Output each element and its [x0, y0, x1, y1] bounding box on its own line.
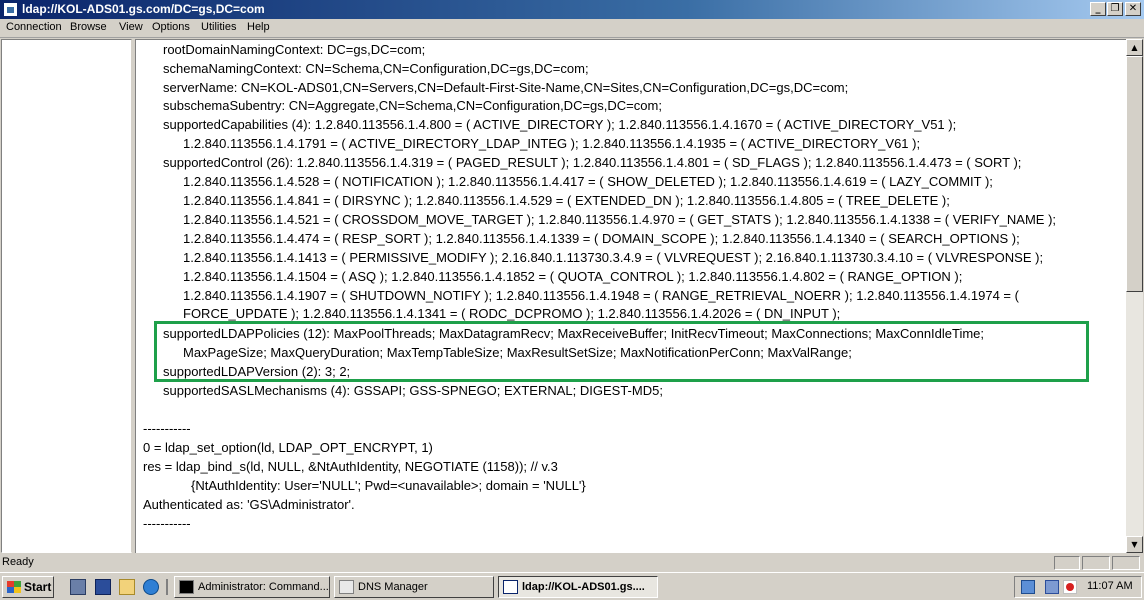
- close-button[interactable]: ✕: [1125, 2, 1141, 16]
- window-title: ldap://KOL-ADS01.gs.com/DC=gs,DC=com: [22, 2, 265, 16]
- system-tray: 11:07 AM: [1014, 576, 1142, 598]
- network-icon[interactable]: [1021, 580, 1035, 594]
- output-line: res = ldap_bind_s(ld, NULL, &NtAuthIdent…: [143, 459, 558, 474]
- volume-icon[interactable]: [1063, 580, 1077, 594]
- output-line: schemaNamingContext: CN=Schema,CN=Config…: [163, 61, 589, 76]
- status-text: Ready: [2, 556, 34, 568]
- output-line: 1.2.840.113556.1.4.521 = ( CROSSDOM_MOVE…: [183, 212, 1057, 227]
- powershell-icon[interactable]: [95, 579, 111, 595]
- output-line: 1.2.840.113556.1.4.1413 = ( PERMISSIVE_M…: [183, 250, 1044, 265]
- task-label: ldap://KOL-ADS01.gs....: [522, 581, 645, 593]
- highlight-box: [154, 321, 1089, 382]
- taskbar: Start Administrator: Command... DNS Mana…: [0, 572, 1144, 600]
- windows-logo-icon: [7, 581, 21, 593]
- server-manager-icon[interactable]: [70, 579, 86, 595]
- output-line: 1.2.840.113556.1.4.474 = ( RESP_SORT ); …: [183, 231, 1020, 246]
- menu-utilities[interactable]: Utilities: [201, 21, 236, 33]
- output-line: serverName: CN=KOL-ADS01,CN=Servers,CN=D…: [163, 80, 849, 95]
- menu-view[interactable]: View: [119, 21, 143, 33]
- cmd-icon: [179, 580, 194, 594]
- output-line: subschemaSubentry: CN=Aggregate,CN=Schem…: [163, 98, 662, 113]
- dns-icon: [339, 580, 354, 594]
- output-line: Authenticated as: 'GS\Administrator'.: [143, 497, 355, 512]
- status-cell: [1054, 556, 1080, 570]
- server-icon[interactable]: [1045, 580, 1059, 594]
- task-label: DNS Manager: [358, 581, 428, 593]
- menu-bar: Connection Browse View Options Utilities…: [0, 19, 1144, 38]
- title-bar[interactable]: ldap://KOL-ADS01.gs.com/DC=gs,DC=com _ ❐…: [0, 0, 1144, 19]
- status-cell: [1112, 556, 1140, 570]
- minimize-button[interactable]: _: [1090, 2, 1106, 16]
- menu-browse[interactable]: Browse: [70, 21, 107, 33]
- task-button-cmd[interactable]: Administrator: Command...: [174, 576, 330, 598]
- output-line: 0 = ldap_set_option(ld, LDAP_OPT_ENCRYPT…: [143, 440, 433, 455]
- volume-muted-icon: [1066, 583, 1074, 591]
- output-line: supportedSASLMechanisms (4): GSSAPI; GSS…: [163, 383, 663, 398]
- start-label: Start: [24, 580, 52, 594]
- task-label: Administrator: Command...: [198, 581, 329, 593]
- menu-help[interactable]: Help: [247, 21, 270, 33]
- output-line: -----------: [143, 421, 191, 436]
- explorer-icon[interactable]: [119, 579, 135, 595]
- output-line: 1.2.840.113556.1.4.528 = ( NOTIFICATION …: [183, 174, 993, 189]
- output-line: supportedCapabilities (4): 1.2.840.11355…: [163, 117, 957, 132]
- start-button[interactable]: Start: [2, 576, 54, 598]
- menu-options[interactable]: Options: [152, 21, 190, 33]
- ie-icon[interactable]: [143, 579, 159, 595]
- scroll-thumb[interactable]: [1126, 56, 1143, 292]
- status-bar: Ready: [0, 554, 1144, 572]
- tree-pane[interactable]: [1, 39, 132, 553]
- output-line: 1.2.840.113556.1.4.841 = ( DIRSYNC ); 1.…: [183, 193, 950, 208]
- output-line: 1.2.840.113556.1.4.1791 = ( ACTIVE_DIREC…: [183, 136, 921, 151]
- scroll-down-button[interactable]: ▼: [1126, 536, 1143, 553]
- output-line: {NtAuthIdentity: User='NULL'; Pwd=<unava…: [191, 478, 586, 493]
- vertical-scrollbar[interactable]: ▲ ▼: [1126, 39, 1143, 553]
- clock[interactable]: 11:07 AM: [1087, 580, 1133, 592]
- scroll-up-button[interactable]: ▲: [1126, 39, 1143, 56]
- ldp-app-icon: [3, 2, 18, 17]
- output-line: FORCE_UPDATE ); 1.2.840.113556.1.4.1341 …: [183, 306, 841, 321]
- maximize-button[interactable]: ❐: [1107, 2, 1123, 16]
- output-line: 1.2.840.113556.1.4.1504 = ( ASQ ); 1.2.8…: [183, 269, 963, 284]
- quicklaunch-divider: [166, 579, 168, 595]
- menu-connection[interactable]: Connection: [6, 21, 62, 33]
- task-button-dns[interactable]: DNS Manager: [334, 576, 494, 598]
- output-line: supportedControl (26): 1.2.840.113556.1.…: [163, 155, 1022, 170]
- output-line: 1.2.840.113556.1.4.1907 = ( SHUTDOWN_NOT…: [183, 288, 1019, 303]
- status-cell: [1082, 556, 1110, 570]
- output-line: rootDomainNamingContext: DC=gs,DC=com;: [163, 42, 426, 57]
- task-button-ldp[interactable]: ldap://KOL-ADS01.gs....: [498, 576, 658, 598]
- ldp-icon: [503, 580, 518, 594]
- output-line: -----------: [143, 516, 191, 531]
